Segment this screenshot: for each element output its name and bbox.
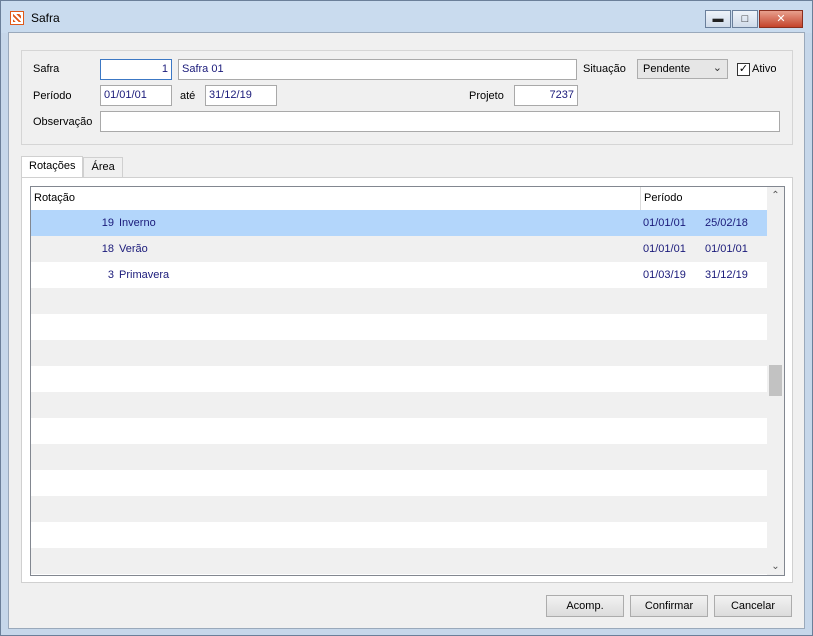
- empty-table-row: [31, 496, 767, 522]
- column-header-periodo[interactable]: Período: [644, 192, 683, 204]
- tab-strip: Rotações Área: [21, 156, 123, 179]
- safra-window: Safra ▬ □ ✕ Safra 1 Safra 01 Situação Pe…: [0, 0, 813, 636]
- row-start-date: 01/01/01: [643, 243, 686, 255]
- safra-name-field[interactable]: Safra 01: [178, 59, 577, 80]
- row-name: Primavera: [119, 269, 170, 281]
- safra-code-field[interactable]: 1: [100, 59, 172, 80]
- empty-table-row: [31, 470, 767, 496]
- situacao-label: Situação: [583, 63, 626, 75]
- row-start-date: 01/01/01: [643, 217, 686, 229]
- periodo-start-field[interactable]: 01/01/01: [100, 85, 172, 106]
- ativo-label: Ativo: [752, 63, 777, 75]
- situacao-value: Pendente: [643, 63, 691, 75]
- tab-area[interactable]: Área: [83, 157, 123, 178]
- observacao-label: Observação: [33, 116, 93, 128]
- row-start-date: 01/03/19: [643, 269, 686, 281]
- column-header-rotacao[interactable]: Rotação: [34, 192, 75, 204]
- cancelar-button[interactable]: Cancelar: [714, 595, 792, 617]
- app-logo-icon: [10, 11, 24, 25]
- acomp-button[interactable]: Acomp.: [546, 595, 624, 617]
- periodo-end-field[interactable]: 31/12/19: [205, 85, 277, 106]
- rotacoes-panel: Rotação Período 19 Inverno 01/01/01 25/02/1…: [21, 177, 793, 583]
- empty-table-row: [31, 366, 767, 392]
- minimize-button[interactable]: ▬: [705, 10, 731, 28]
- check-icon: ✓: [738, 63, 749, 75]
- chevron-down-icon[interactable]: ⌄: [767, 558, 784, 575]
- close-icon: ✕: [776, 12, 786, 25]
- rotacoes-grid: Rotação Período 19 Inverno 01/01/01 25/02/1…: [30, 186, 785, 576]
- row-name: Verão: [119, 243, 148, 255]
- table-row[interactable]: 3 Primavera 01/03/19 31/12/19: [31, 262, 767, 288]
- confirmar-button[interactable]: Confirmar: [630, 595, 708, 617]
- ativo-checkbox[interactable]: ✓: [737, 63, 750, 76]
- tab-rotacoes[interactable]: Rotações: [21, 156, 84, 179]
- ate-label: até: [180, 90, 196, 102]
- window-controls: ▬ □ ✕: [704, 10, 803, 28]
- situacao-select[interactable]: Pendente ⌄: [637, 59, 728, 79]
- close-button[interactable]: ✕: [759, 10, 803, 28]
- maximize-icon: □: [741, 12, 749, 25]
- empty-table-row: [31, 522, 767, 548]
- grid-rows: 19 Inverno 01/01/01 25/02/18 18 Verão 01/01/01…: [31, 210, 767, 574]
- chevron-up-icon[interactable]: ⌃: [767, 187, 784, 204]
- column-separator: [640, 187, 641, 210]
- observacao-field[interactable]: [100, 111, 780, 132]
- chevron-down-icon: ⌄: [712, 62, 722, 74]
- row-code: 3: [107, 269, 114, 281]
- projeto-label: Projeto: [469, 90, 504, 102]
- empty-table-row: [31, 392, 767, 418]
- minimize-icon: ▬: [712, 12, 724, 25]
- maximize-button[interactable]: □: [732, 10, 758, 28]
- empty-table-row: [31, 314, 767, 340]
- row-end-date: 25/02/18: [705, 217, 748, 229]
- empty-table-row: [31, 444, 767, 470]
- projeto-field[interactable]: 7237: [514, 85, 578, 106]
- empty-table-row: [31, 418, 767, 444]
- dialog-client-area: Safra 1 Safra 01 Situação Pendente ⌄ ✓ A…: [8, 32, 805, 629]
- scrollbar-thumb[interactable]: [769, 365, 782, 396]
- title-bar[interactable]: Safra ▬ □ ✕: [1, 1, 812, 33]
- grid-header: Rotação Período: [31, 187, 767, 210]
- table-row[interactable]: 19 Inverno 01/01/01 25/02/18: [31, 210, 767, 236]
- empty-table-row: [31, 548, 767, 574]
- table-row[interactable]: 18 Verão 01/01/01 01/01/01: [31, 236, 767, 262]
- vertical-scrollbar[interactable]: ⌃ ⌄: [767, 187, 784, 575]
- empty-table-row: [31, 288, 767, 314]
- safra-label: Safra: [33, 63, 60, 75]
- row-end-date: 01/01/01: [705, 243, 748, 255]
- row-code: 18: [101, 243, 114, 255]
- header-form: Safra 1 Safra 01 Situação Pendente ⌄ ✓ A…: [21, 50, 793, 145]
- window-title: Safra: [31, 11, 60, 25]
- row-code: 19: [101, 217, 114, 229]
- row-name: Inverno: [119, 217, 156, 229]
- row-end-date: 31/12/19: [705, 269, 748, 281]
- periodo-label: Período: [33, 90, 72, 102]
- empty-table-row: [31, 340, 767, 366]
